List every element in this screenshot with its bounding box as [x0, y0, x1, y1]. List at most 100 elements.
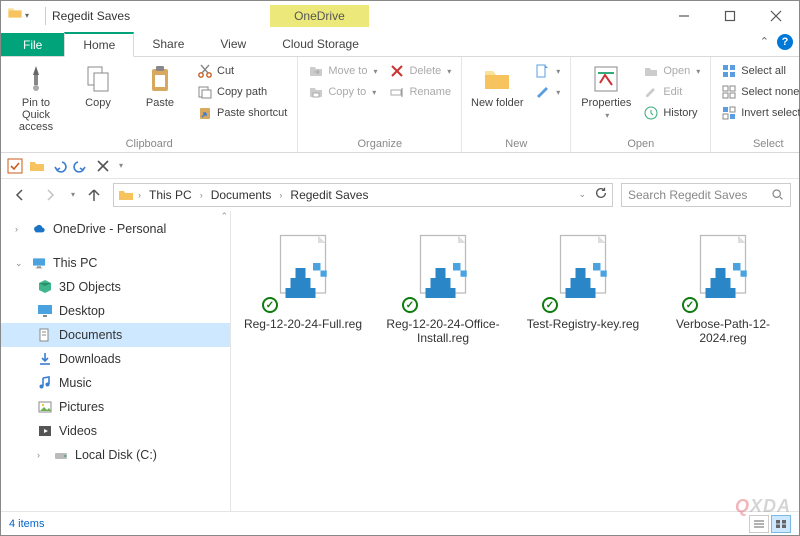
- 3dobjects-icon: [37, 279, 53, 295]
- paste-button[interactable]: Paste: [131, 61, 189, 111]
- reg-file-icon: [538, 223, 628, 313]
- qat-more-icon[interactable]: ▾: [119, 161, 123, 170]
- collapse-ribbon-icon[interactable]: ⌃: [760, 35, 769, 48]
- edit-button[interactable]: Edit: [639, 82, 704, 102]
- sidebar-item-pictures[interactable]: Pictures: [1, 395, 230, 419]
- recent-locations-icon[interactable]: ▾: [71, 190, 75, 199]
- group-label-organize: Organize: [304, 138, 455, 152]
- group-label-open: Open: [577, 138, 704, 152]
- group-label-clipboard: Clipboard: [7, 138, 291, 152]
- select-none-button[interactable]: Select none: [717, 82, 800, 102]
- file-label: Reg-12-20-24-Full.reg: [244, 317, 362, 331]
- breadcrumb-documents[interactable]: Documents: [207, 188, 276, 202]
- folder-icon: [7, 5, 23, 26]
- breadcrumb-current[interactable]: Regedit Saves: [286, 188, 372, 202]
- new-folder-button[interactable]: New folder: [468, 61, 526, 111]
- forward-button[interactable]: [39, 184, 61, 206]
- sync-ok-icon: [682, 297, 698, 313]
- copy-path-button[interactable]: Copy path: [193, 82, 291, 102]
- back-button[interactable]: [9, 184, 31, 206]
- main-content: ⌃ › OneDrive - Personal ⌄ This PC 3D Obj…: [1, 211, 799, 511]
- minimize-button[interactable]: [661, 1, 707, 31]
- tab-file[interactable]: File: [1, 33, 64, 56]
- qat-dropdown-icon[interactable]: ▾: [25, 11, 33, 20]
- navigation-toolbar: ▾ › This PC › Documents › Regedit Saves …: [1, 179, 799, 211]
- pin-to-quick-access-button[interactable]: Pin to Quick access: [7, 61, 65, 135]
- rename-button[interactable]: Rename: [385, 82, 455, 102]
- easy-access-button[interactable]: ▾: [530, 82, 564, 102]
- view-icons-button[interactable]: [771, 515, 791, 533]
- up-button[interactable]: [83, 184, 105, 206]
- open-button[interactable]: Open▾: [639, 61, 704, 81]
- new-item-button[interactable]: ▾: [530, 61, 564, 81]
- history-button[interactable]: History: [639, 103, 704, 123]
- ribbon-group-organize: Move to▾ Copy to▾ Delete▾ Rename Organiz…: [298, 57, 462, 152]
- delete-icon[interactable]: [95, 158, 111, 174]
- chevron-right-icon[interactable]: ›: [37, 450, 47, 460]
- window-title: Regedit Saves: [52, 9, 130, 23]
- undo-icon[interactable]: [51, 158, 67, 174]
- sidebar-item-downloads[interactable]: Downloads: [1, 347, 230, 371]
- invert-selection-button[interactable]: Invert selection: [717, 103, 800, 123]
- file-label: Reg-12-20-24-Office-Install.reg: [383, 317, 503, 345]
- refresh-button[interactable]: [594, 186, 608, 203]
- music-icon: [37, 375, 53, 391]
- folder-icon: [118, 187, 134, 203]
- chevron-right-icon[interactable]: ›: [15, 224, 25, 234]
- sidebar-item-documents[interactable]: Documents: [1, 323, 230, 347]
- redo-icon[interactable]: [73, 158, 89, 174]
- file-item[interactable]: Verbose-Path-12-2024.reg: [663, 223, 783, 345]
- tab-home[interactable]: Home: [64, 32, 134, 57]
- desktop-icon: [37, 303, 53, 319]
- sync-ok-icon: [402, 297, 418, 313]
- copy-to-button[interactable]: Copy to▾: [304, 82, 381, 102]
- search-icon: [771, 188, 784, 201]
- chevron-right-icon[interactable]: ›: [198, 190, 205, 200]
- tab-cloud-storage[interactable]: Cloud Storage: [264, 31, 377, 56]
- chevron-down-icon[interactable]: ⌄: [15, 258, 25, 269]
- checkbox-toggle-icon[interactable]: [7, 158, 23, 174]
- sidebar-item-music[interactable]: Music: [1, 371, 230, 395]
- maximize-button[interactable]: [707, 1, 753, 31]
- sidebar-item-thispc[interactable]: ⌄ This PC: [1, 251, 230, 275]
- properties-button[interactable]: Properties ▾: [577, 61, 635, 122]
- sidebar-item-localdisk[interactable]: › Local Disk (C:): [1, 443, 230, 467]
- sidebar-item-3dobjects[interactable]: 3D Objects: [1, 275, 230, 299]
- titlebar: ▾ Regedit Saves OneDrive: [1, 1, 799, 31]
- statusbar: 4 items: [1, 511, 799, 535]
- close-button[interactable]: [753, 1, 799, 31]
- sidebar-item-desktop[interactable]: Desktop: [1, 299, 230, 323]
- help-button[interactable]: ?: [777, 34, 793, 50]
- address-bar[interactable]: › This PC › Documents › Regedit Saves ⌄: [113, 183, 613, 207]
- chevron-right-icon[interactable]: ›: [136, 190, 143, 200]
- scroll-up-icon[interactable]: ⌃: [220, 211, 228, 222]
- navigation-pane[interactable]: ⌃ › OneDrive - Personal ⌄ This PC 3D Obj…: [1, 211, 231, 511]
- reg-file-icon: [258, 223, 348, 313]
- ribbon-group-open: Properties ▾ Open▾ Edit History Open: [571, 57, 711, 152]
- chevron-right-icon[interactable]: ›: [277, 190, 284, 200]
- tab-view[interactable]: View: [202, 31, 264, 56]
- folder-icon[interactable]: [29, 158, 45, 174]
- sidebar-item-onedrive[interactable]: › OneDrive - Personal: [1, 217, 230, 241]
- select-all-button[interactable]: Select all: [717, 61, 800, 81]
- context-tab-onedrive[interactable]: OneDrive: [270, 5, 369, 27]
- file-item[interactable]: Test-Registry-key.reg: [523, 223, 643, 331]
- tab-share[interactable]: Share: [134, 31, 202, 56]
- sidebar-item-videos[interactable]: Videos: [1, 419, 230, 443]
- paste-shortcut-label: Paste shortcut: [217, 107, 287, 119]
- view-details-button[interactable]: [749, 515, 769, 533]
- separator: [45, 7, 46, 25]
- paste-shortcut-button[interactable]: Paste shortcut: [193, 103, 291, 123]
- address-dropdown-icon[interactable]: ⌄: [572, 189, 592, 200]
- ribbon: Pin to Quick access Copy Paste Cut Copy …: [1, 57, 799, 153]
- cut-button[interactable]: Cut: [193, 61, 291, 81]
- file-item[interactable]: Reg-12-20-24-Full.reg: [243, 223, 363, 331]
- move-to-button[interactable]: Move to▾: [304, 61, 381, 81]
- search-input[interactable]: Search Regedit Saves: [621, 183, 791, 207]
- breadcrumb-thispc[interactable]: This PC: [145, 188, 196, 202]
- file-item[interactable]: Reg-12-20-24-Office-Install.reg: [383, 223, 503, 345]
- file-list[interactable]: Reg-12-20-24-Full.reg Reg-12-20-24-Offic…: [231, 211, 799, 511]
- ribbon-group-new: New folder ▾ ▾ New: [462, 57, 571, 152]
- delete-button[interactable]: Delete▾: [385, 61, 455, 81]
- copy-button[interactable]: Copy: [69, 61, 127, 111]
